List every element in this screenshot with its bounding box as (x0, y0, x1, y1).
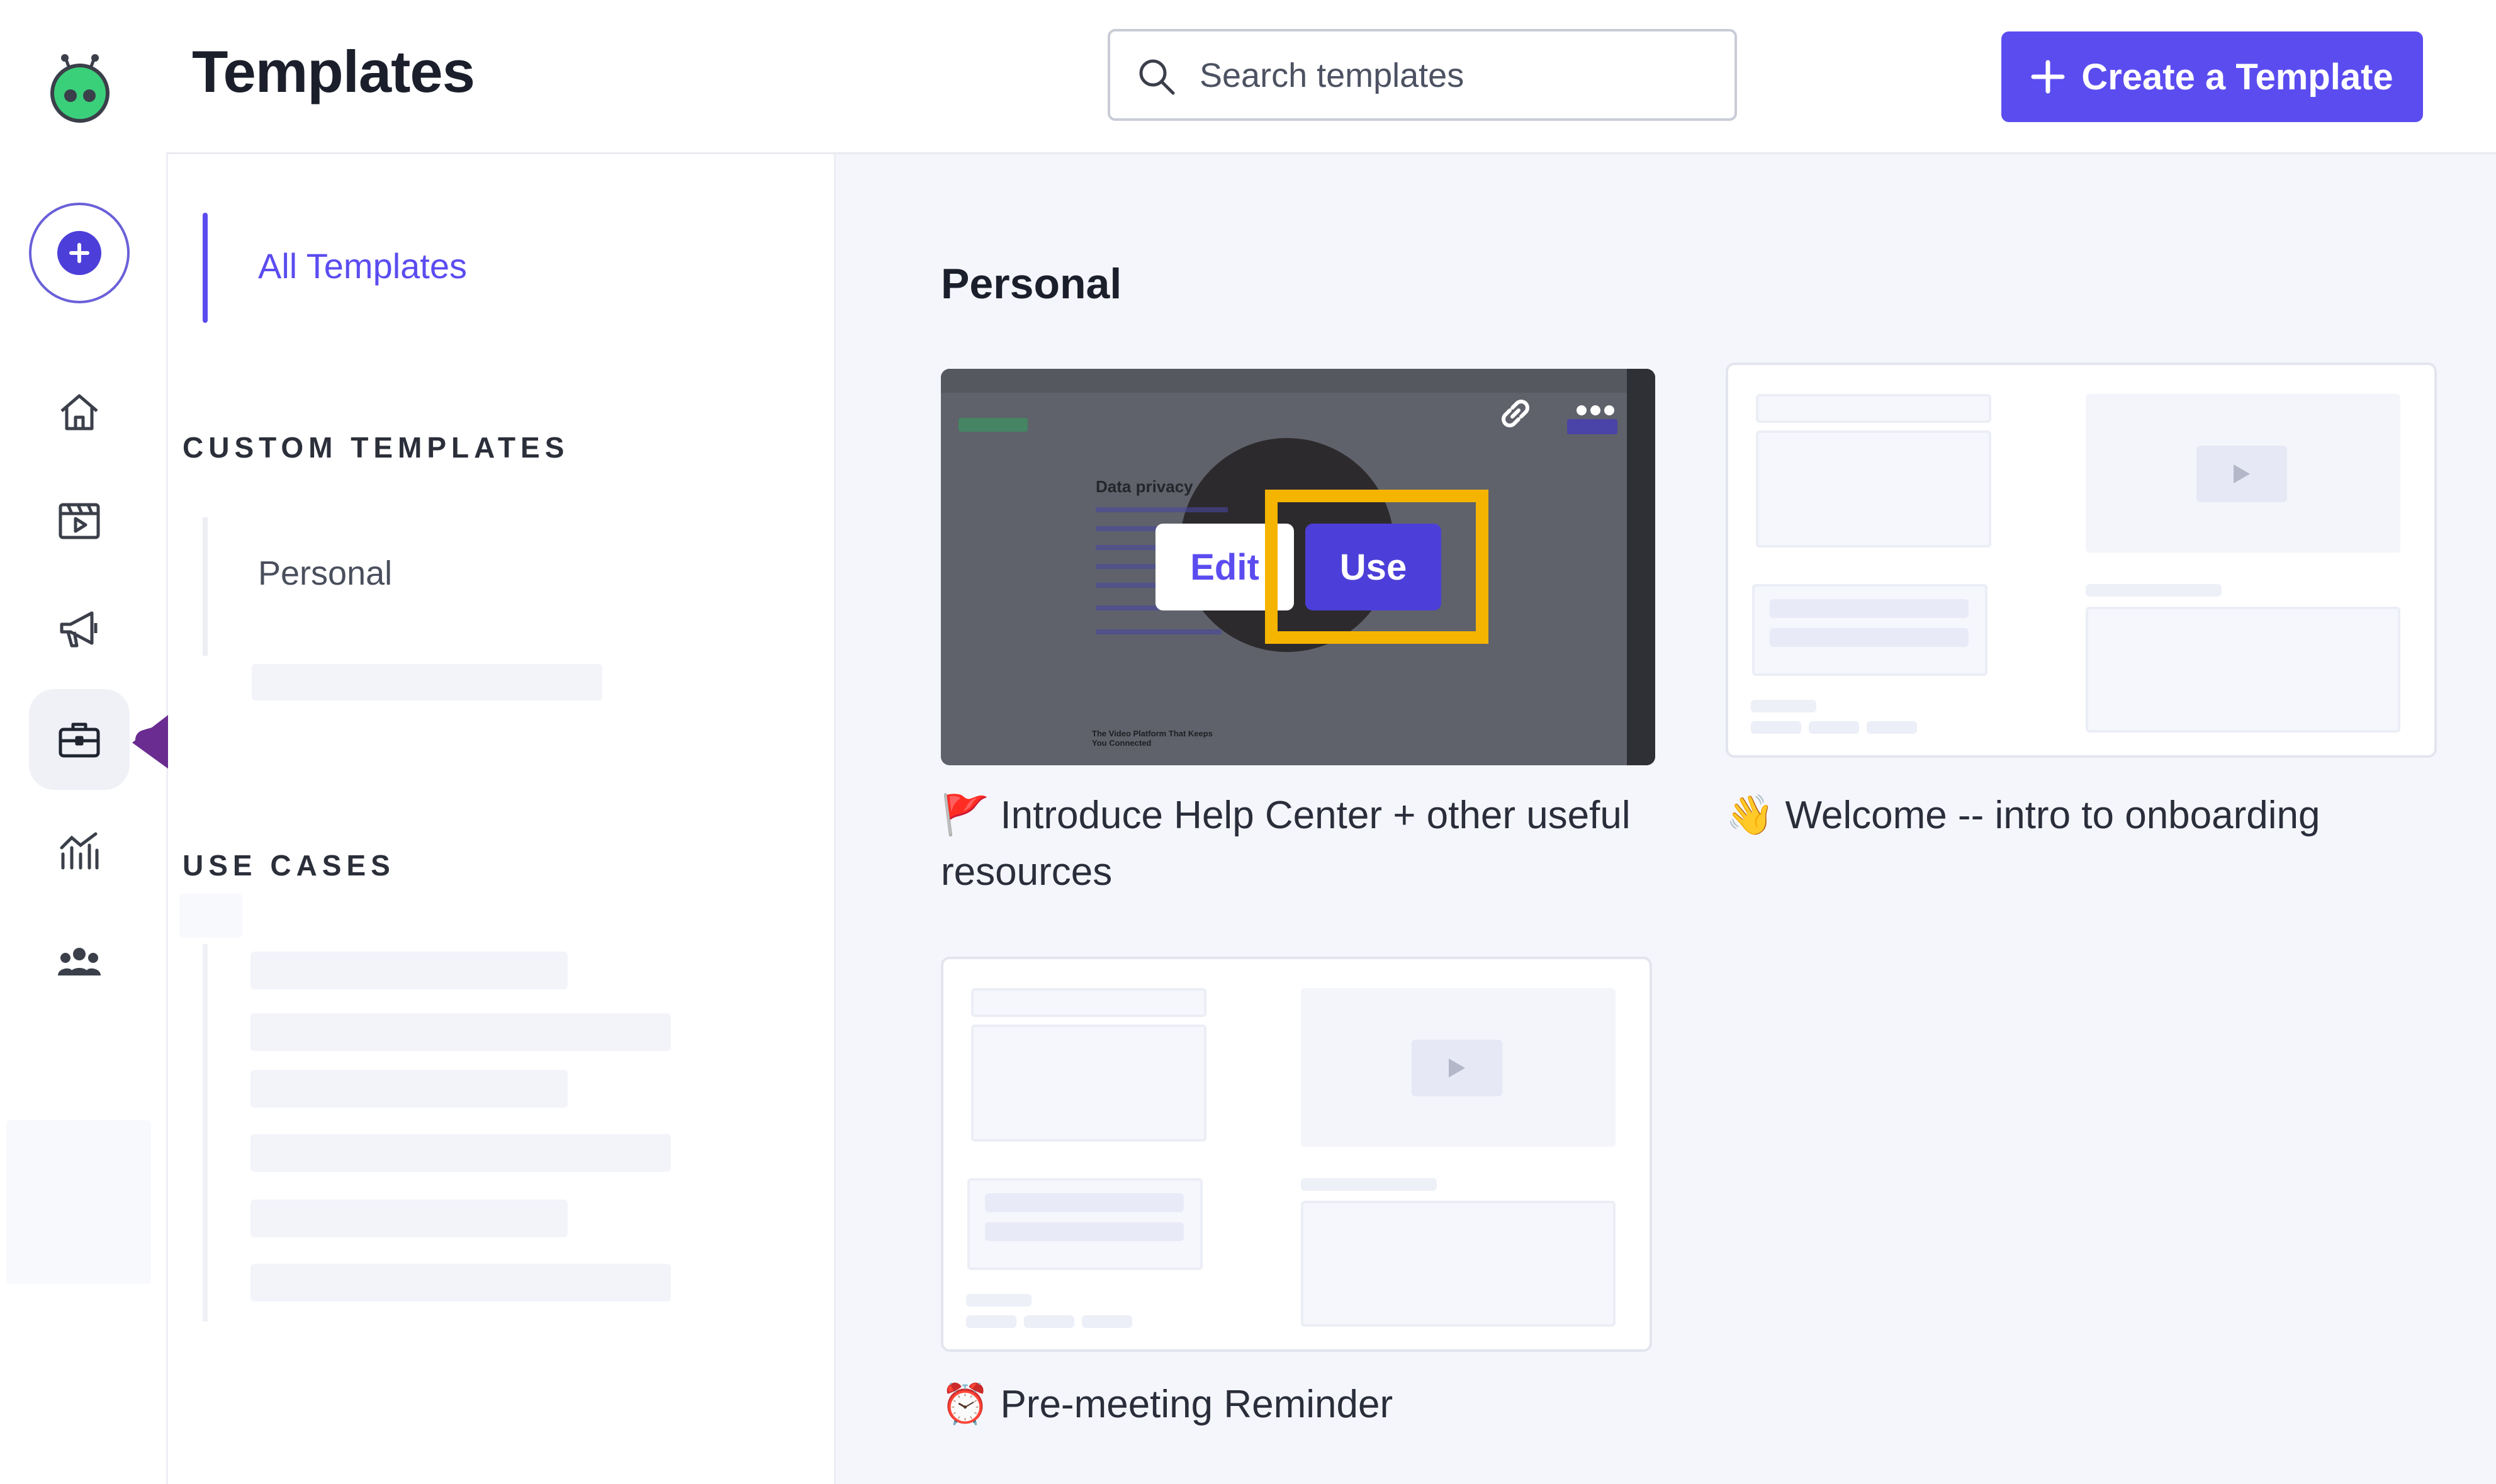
card-title-help-center[interactable]: 🚩 Introduce Help Center + other useful r… (941, 787, 1665, 901)
wireframe-block (1301, 1201, 1616, 1327)
link-icon[interactable] (1493, 391, 1538, 436)
preview-heading: Data privacy (1096, 477, 1193, 496)
nav-analytics[interactable] (29, 801, 130, 902)
create-template-button[interactable]: Create a Template (2001, 31, 2423, 122)
wireframe-bar (1301, 1178, 1437, 1191)
wireframe-bar (1809, 721, 1859, 734)
wireframe-block (971, 1025, 1206, 1142)
more-options-icon[interactable] (1577, 405, 1614, 415)
use-case-skeleton-2 (250, 1013, 671, 1051)
wireframe-block (1756, 430, 1991, 548)
briefcase-icon (59, 722, 100, 758)
card-title-text: Welcome -- intro to onboarding (1785, 794, 2320, 837)
search-icon (1139, 59, 1175, 95)
preview-browser-bar (941, 369, 1655, 393)
wireframe-block (971, 988, 1206, 1017)
wireframe-bar (2086, 584, 2222, 597)
nav-home[interactable] (29, 362, 130, 463)
preview-logo (958, 418, 1028, 432)
use-button-highlight (1265, 490, 1488, 644)
card-title-text: Pre-meeting Reminder (1000, 1383, 1393, 1426)
wireframe-block (1756, 394, 1991, 423)
section-title: Personal (941, 260, 1122, 308)
search-input[interactable] (1198, 31, 1717, 120)
video-icon (59, 503, 100, 539)
nav-videos[interactable] (29, 471, 130, 571)
wireframe-bar (985, 1193, 1184, 1212)
use-case-skeleton-3 (250, 1070, 568, 1108)
nav-team[interactable] (29, 913, 130, 1013)
active-indicator (203, 213, 208, 323)
analytics-icon (60, 832, 99, 870)
nav-campaigns[interactable] (29, 579, 130, 680)
template-card-welcome[interactable] (1726, 363, 2437, 758)
page-title: Templates (192, 38, 475, 104)
plus-icon (2031, 60, 2065, 94)
category-personal[interactable]: Personal (258, 554, 392, 593)
use-case-skeleton-4 (250, 1134, 671, 1172)
preview-footer-text: The Video Platform That Keeps You Connec… (1092, 729, 1213, 748)
category-all-templates[interactable]: All Templates (258, 245, 467, 286)
play-icon (1412, 1040, 1502, 1096)
use-case-skeleton-6 (250, 1264, 671, 1301)
alarm-clock-icon: ⏰ (941, 1381, 990, 1427)
waving-hand-icon: 👋 (1726, 792, 1775, 838)
wireframe-bar (1867, 721, 1917, 734)
nav-templates[interactable] (29, 689, 130, 790)
wireframe-bar (1082, 1315, 1132, 1328)
use-case-skeleton-5 (250, 1200, 568, 1237)
search-box[interactable] (1108, 29, 1737, 121)
preview-line (1096, 507, 1228, 512)
wireframe-bar (966, 1315, 1016, 1328)
use-cases-skeleton-tab (179, 894, 242, 938)
use-cases-heading: USE CASES (183, 849, 395, 882)
template-card-pre-meeting[interactable] (941, 957, 1652, 1352)
team-icon (58, 948, 101, 975)
play-icon (2196, 446, 2287, 502)
preview-cta (1567, 419, 1617, 434)
wireframe-bar (1751, 700, 1816, 712)
use-case-skeleton-1 (250, 952, 568, 989)
megaphone-icon (60, 611, 98, 648)
custom-templates-rail (203, 517, 208, 656)
rail-skeleton (6, 1120, 151, 1284)
wireframe-bar (1751, 721, 1801, 734)
wireframe-bar (1770, 628, 1969, 647)
card-title-welcome[interactable]: 👋 Welcome -- intro to onboarding (1726, 787, 2449, 844)
create-template-label: Create a Template (2081, 56, 2393, 98)
home-icon (60, 394, 98, 430)
preview-line (1096, 629, 1222, 634)
wireframe-bar (966, 1294, 1032, 1307)
card-title-text: Introduce Help Center + other useful res… (941, 794, 1631, 894)
add-button[interactable] (29, 203, 130, 303)
category-skeleton (252, 664, 602, 700)
card-title-pre-meeting[interactable]: ⏰ Pre-meeting Reminder (941, 1376, 1665, 1433)
logo-icon[interactable] (45, 54, 115, 123)
flag-icon: 🚩 (941, 792, 990, 838)
preview-scrollbar (1627, 369, 1655, 765)
use-cases-rail (203, 944, 208, 1322)
wireframe-block (2086, 607, 2400, 733)
wireframe-bar (1770, 599, 1969, 618)
add-icon (57, 231, 101, 275)
wireframe-bar (1024, 1315, 1074, 1328)
wireframe-bar (985, 1222, 1184, 1241)
custom-templates-heading: CUSTOM TEMPLATES (183, 431, 570, 464)
